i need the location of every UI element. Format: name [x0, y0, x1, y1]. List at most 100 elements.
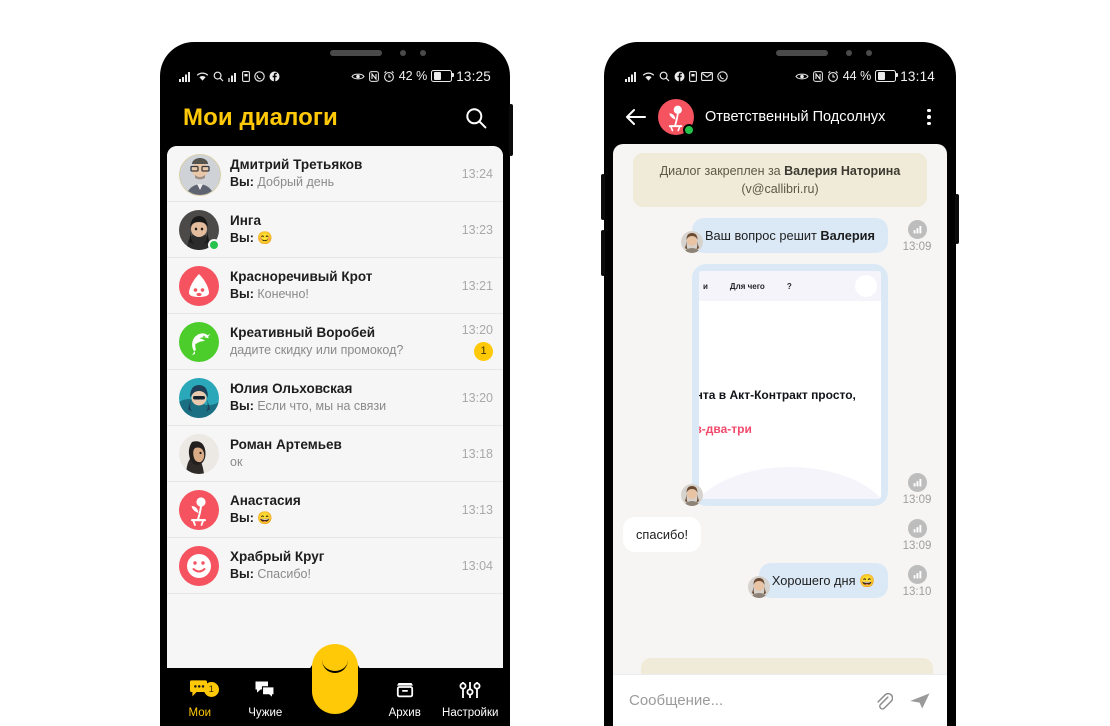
list-item[interactable]: Юлия Ольховская Вы: Если что, мы на связ… [167, 370, 503, 426]
preview-body: Спасибо! [257, 567, 311, 581]
sim-icon [242, 70, 250, 82]
signal-icon [179, 71, 192, 82]
screenshot-canvas: 42 % 13:25 Мои диалоги Дмитрий Третьяков… [0, 0, 1110, 726]
list-item[interactable]: Инга Вы: 😊 13:23 [167, 202, 503, 258]
nav-item-others[interactable]: Чужие [233, 680, 299, 726]
signal2-icon [228, 71, 238, 82]
status-bar-left: 42 % 13:25 [167, 62, 503, 90]
contact-name: Анастасия [230, 493, 301, 508]
avatar [179, 489, 219, 530]
arrow-left-icon[interactable] [625, 108, 647, 126]
whatsapp-icon [717, 70, 728, 82]
screenshot-headline-accent: аз-два-три [699, 422, 752, 436]
notice-assignee: Валерия Наторина [784, 164, 901, 178]
message-meta: 13:09 [897, 220, 937, 253]
operator-avatar [681, 484, 703, 506]
status-bar-clock: 13:25 [456, 68, 491, 84]
message-bubble-incoming: спасибо! [623, 517, 701, 552]
power-button-left-phone[interactable] [509, 104, 513, 156]
battery-icon [431, 70, 455, 82]
list-item[interactable]: Роман Артемьев ок 13:18 [167, 426, 503, 482]
message-row: Хорошего дня 😄 13:10 [613, 563, 947, 598]
volume-up-button[interactable] [601, 174, 605, 220]
preview-text: дадите скидку или промокод? [230, 342, 456, 359]
message-bubble-outgoing: Хорошего дня 😄 [758, 563, 888, 598]
facebook-icon [269, 71, 280, 82]
screenshot-nav-item: Для чего [729, 281, 765, 291]
contact-name: Креативный Воробей [230, 325, 376, 340]
nav-item-mine[interactable]: 1 Мои [167, 680, 233, 726]
contact-name: Инга [230, 213, 261, 228]
preview-prefix: Вы: [230, 511, 254, 525]
chat-message-list[interactable]: Диалог закреплен за Валерия Наторина (v@… [613, 144, 947, 674]
avatar[interactable] [658, 99, 695, 136]
chat-bubbles-icon [254, 680, 276, 703]
preview-text: ок [230, 454, 456, 471]
screenshot-nav-item: ? [786, 281, 792, 291]
message-input[interactable]: Сообщение... [629, 692, 857, 709]
nav-item-archive[interactable]: Архив [372, 680, 438, 726]
operator-avatar [747, 576, 770, 598]
contact-name: Красноречивый Крот [230, 269, 373, 284]
battery-percent-label: 44 % [842, 69, 872, 83]
fab-new-dialog-button[interactable] [312, 644, 358, 714]
list-item[interactable]: Красноречивый Крот Вы: Конечно! 13:21 [167, 258, 503, 314]
preview-body: Конечно! [257, 287, 309, 301]
list-item-texts: Инга Вы: 😊 [219, 212, 456, 247]
nav-item-settings[interactable]: Настройки [438, 680, 504, 726]
search-icon[interactable] [465, 107, 487, 129]
avatar [179, 265, 219, 306]
list-item[interactable]: Дмитрий Третьяков Вы: Добрый день 13:24 [167, 146, 503, 202]
list-item-meta: 13:21 [456, 279, 493, 293]
right-phone-screen: 44 % 13:14 Ответственный Подсолнух Диало… [613, 62, 947, 726]
contact-name: Дмитрий Третьяков [230, 157, 363, 172]
message-bubble-outgoing: Ваш вопрос решит Валерия [691, 218, 888, 253]
sunflower-icon-avatar [179, 489, 219, 530]
preview-prefix: Вы: [230, 287, 254, 301]
wifi-icon [642, 71, 655, 82]
message-row: Ваш вопрос решит Валерия 13:09 [613, 218, 947, 253]
chat-header: Ответственный Подсолнух [613, 90, 947, 144]
status-icons-right: 44 % 13:14 [795, 69, 935, 84]
message-time: 13:09 [902, 241, 932, 253]
smile-capsule-icon [322, 658, 348, 673]
status-bar-right: 44 % 13:14 [613, 62, 947, 90]
dialog-list[interactable]: Дмитрий Третьяков Вы: Добрый день 13:24 [167, 146, 503, 668]
online-indicator [683, 124, 695, 136]
contact-name: Храбрый Круг [230, 549, 325, 564]
kebab-menu-icon[interactable] [923, 105, 935, 130]
send-plane-icon[interactable] [909, 691, 931, 711]
screenshot-nav: и Для чего ? [699, 271, 881, 301]
phone-left: 42 % 13:25 Мои диалоги Дмитрий Третьяков… [160, 42, 513, 726]
sensor-dot-2 [866, 50, 872, 56]
nfc-icon [812, 70, 823, 82]
list-item-texts: Красноречивый Крот Вы: Конечно! [219, 268, 456, 303]
list-item-texts: Юлия Ольховская Вы: Если что, мы на связ… [219, 380, 456, 415]
message-time: 13:09 [902, 540, 932, 552]
message-bubble-image[interactable]: и Для чего ? ента в Акт-Контракт просто,… [692, 264, 888, 506]
sim-icon [689, 70, 697, 82]
volume-down-button[interactable] [601, 230, 605, 276]
notice-email: (v@callibri.ru) [741, 182, 819, 196]
preview-prefix: Вы: [230, 175, 254, 189]
sensor-dot-2 [420, 50, 426, 56]
list-item[interactable]: Креативный Воробей дадите скидку или про… [167, 314, 503, 370]
list-item-texts: Храбрый Круг Вы: Спасибо! [219, 548, 456, 583]
nav-item-label: Чужие [248, 707, 283, 719]
message-composer[interactable]: Сообщение... [613, 674, 947, 726]
list-item-meta: 13:20 1 [456, 323, 493, 361]
preview-body: дадите скидку или промокод? [230, 343, 404, 357]
list-item[interactable]: Анастасия Вы: 😄 13:13 [167, 482, 503, 538]
timestamp: 13:21 [461, 278, 493, 293]
wifi-icon [196, 71, 209, 82]
timestamp: 13:13 [461, 502, 493, 517]
paperclip-icon[interactable] [873, 691, 893, 711]
power-button-right-phone[interactable] [955, 194, 959, 244]
list-item[interactable]: Храбрый Круг Вы: Спасибо! 13:04 [167, 538, 503, 594]
delivered-bars-icon [907, 565, 927, 584]
unread-badge: 1 [474, 341, 493, 361]
archive-box-icon [394, 680, 416, 703]
preview-text: Вы: Добрый день [230, 174, 456, 191]
delivered-bars-icon [907, 519, 927, 538]
facebook-icon [674, 71, 685, 82]
